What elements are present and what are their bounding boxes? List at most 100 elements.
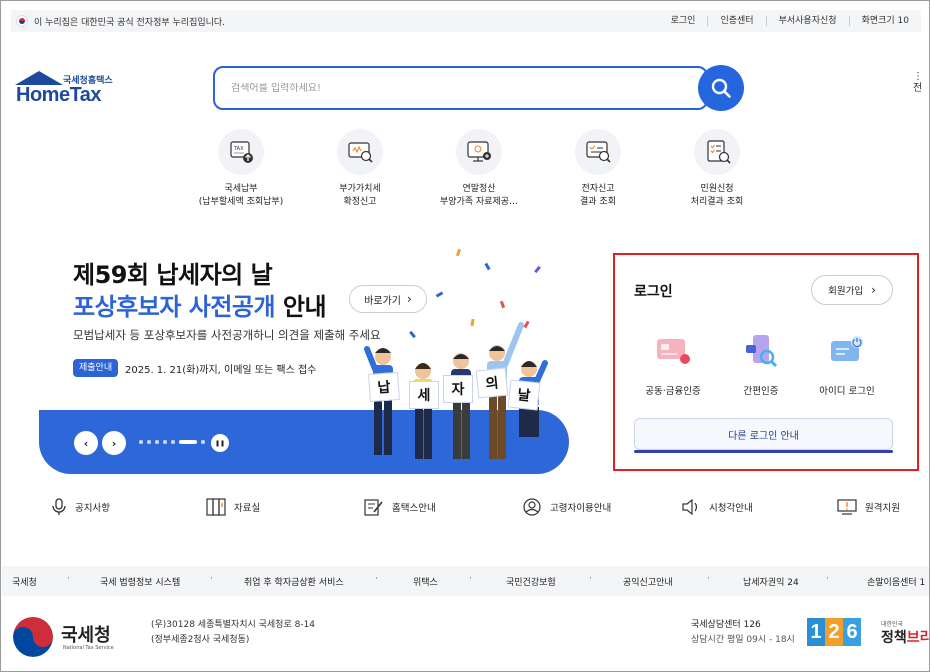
sign-card: 의 [475,367,509,399]
pagination-dot[interactable] [201,440,205,444]
confetti [435,291,444,298]
quick-service-year-end[interactable]: 연말정산 부양가족 자료제공… [424,129,534,209]
svg-text:TAX: TAX [233,146,244,152]
related-site-link[interactable]: 손말이음센터 1 [867,575,925,588]
related-site-link[interactable]: 공익신고안내 [623,575,673,588]
sign-card: 납 [368,371,400,403]
microphone-icon [52,498,66,515]
separator: · [469,574,472,584]
related-site-link[interactable]: 국세 법령정보 시스템 [100,575,180,588]
confetti [484,262,491,271]
pagination-dot-active[interactable] [179,440,197,444]
quick-menu-senior-guide[interactable]: 고령자이용안내 [522,498,611,516]
related-site-link[interactable]: 납세자권익 24 [743,575,799,588]
utility-dept-user-link[interactable]: 부서사용자신청 [765,16,849,26]
confetti [455,248,462,257]
login-title: 로그인 [634,284,673,300]
quick-menu-audiovisual[interactable]: 시청각안내 [681,498,753,516]
pagination-dot[interactable] [171,440,175,444]
banner-title-rest: 안내 [275,293,327,321]
banner-pause-button[interactable]: ❚❚ [211,434,229,452]
quick-service-vat[interactable]: 부가가치세 확정신고 [305,129,415,209]
footer-address: (우)30128 세종특별자치시 국세청로 8-14 (정부세종2청사 국세청동… [151,620,316,645]
quick-menu-archive[interactable]: 자료실 [206,498,260,516]
confetti [499,300,506,309]
utility-login-link[interactable]: 로그인 [659,16,708,26]
tax-payment-icon: TAX [218,129,264,175]
pause-icon: ❚❚ [214,439,226,447]
login-option-certificate[interactable]: 공동·금융인증 [633,333,713,397]
sign-card: 날 [507,379,541,411]
civil-petition-icon [694,129,740,175]
search-button[interactable] [698,65,744,111]
guide-document-icon [364,499,383,516]
related-site-link[interactable]: 국민건강보험 [506,575,556,588]
banner-title-line2: 포상후보자 사전공개 안내 [73,287,327,322]
banner-title-highlight: 포상후보자 사전공개 [73,293,276,321]
banner-go-button[interactable]: 바로가기 › [349,285,427,313]
id-login-icon [827,333,867,369]
pagination-dot[interactable] [147,440,151,444]
related-site-link[interactable]: 국세청 [12,575,37,588]
chevron-right-icon: › [111,436,117,450]
policy-briefing-logo[interactable]: 정책브리 [881,627,929,647]
separator: · [707,574,710,584]
banner-next-button[interactable]: › [102,431,126,455]
nts-emblem-icon [13,617,53,657]
quick-service-petition[interactable]: 민원신청 처리결과 조회 [662,129,772,209]
quick-service-label: 부가가치세 확정신고 [339,184,381,207]
login-option-label: 간편인증 [743,386,779,397]
call-126-badge: 1 2 6 [807,618,861,646]
separator: · [210,574,213,584]
banner-prev-button[interactable]: ‹ [74,431,98,455]
utility-cert-center-link[interactable]: 인증센터 [707,16,765,26]
menu-edge-bottom: 전 [913,83,923,94]
separator: · [67,574,70,584]
quick-service-label: 전자신고 결과 조회 [580,184,616,207]
banner-pagination [139,440,209,444]
speaker-icon [682,498,698,516]
related-site-link[interactable]: 위택스 [413,575,438,588]
utility-links: 로그인 인증센터 부서사용자신청 화면크기 10 [659,10,921,32]
login-option-simple[interactable]: 간편인증 [721,333,801,397]
menu-edge-top: ⋮ [913,71,923,82]
gov-notice-bar: 이 누리집은 대한민국 공식 전자정부 누리집입니다. 로그인 인증센터 부서사… [11,10,921,32]
confetti [534,265,541,274]
all-menu-button[interactable]: ⋮ 전 [913,71,923,95]
sign-card: 자 [443,375,473,403]
quick-menu-notice[interactable]: 공지사항 [51,498,110,516]
pagination-dot[interactable] [155,440,159,444]
submission-deadline: 2025. 1. 21(화)까지, 이메일 또는 팩스 접수 [125,365,317,376]
related-site-link[interactable]: 취업 후 학자금상환 서비스 [244,575,344,588]
pagination-dot[interactable] [163,440,167,444]
archive-icon [206,498,226,516]
logo-roof-icon [15,71,63,85]
chevron-right-icon: › [407,292,412,306]
banner-title-line1: 제59회 납세자의 날 [73,261,273,289]
signup-button[interactable]: 회원가입 › [811,275,893,305]
pagination-dot[interactable] [139,440,143,444]
mobile-auth-icon [741,333,781,369]
search-input[interactable] [231,82,671,94]
search-box [213,66,708,110]
remote-support-icon [837,499,857,515]
banner-subtitle: 모범납세자 등 포상후보자를 사전공개하니 의견을 제출해 주세요 [73,328,381,342]
related-sites-bar: 국세청 · 국세 법령정보 시스템 · 취업 후 학자금상환 서비스 · 위택스… [2,566,929,596]
chevron-left-icon: ‹ [83,436,89,450]
separator: · [826,574,829,584]
other-login-guide-button[interactable]: 다른 로그인 안내 [634,418,893,450]
senior-user-icon [523,498,541,516]
utility-screen-size-link[interactable]: 화면크기 10 [848,16,921,26]
quick-service-tax-payment[interactable]: TAX 국세납부 (납부할세액 조회납부) [186,129,296,209]
login-option-label: 아이디 로그인 [819,386,875,397]
hometax-logo[interactable]: 국세청홈택스 HomeTax [13,71,123,107]
e-filing-result-icon [575,129,621,175]
quick-menu-hometax-guide[interactable]: 홈택스안내 [364,498,436,516]
quick-service-label: 민원신청 처리결과 조회 [690,184,744,207]
login-option-id[interactable]: 아이디 로그인 [807,333,887,397]
quick-menu-remote-support[interactable]: 원격지원 [837,498,900,516]
submission-badge: 제출안내 [73,359,119,377]
quick-service-e-filing[interactable]: 전자신고 결과 조회 [543,129,653,209]
logo-big-text: HomeTax [16,84,102,106]
chevron-right-icon: › [871,283,876,297]
